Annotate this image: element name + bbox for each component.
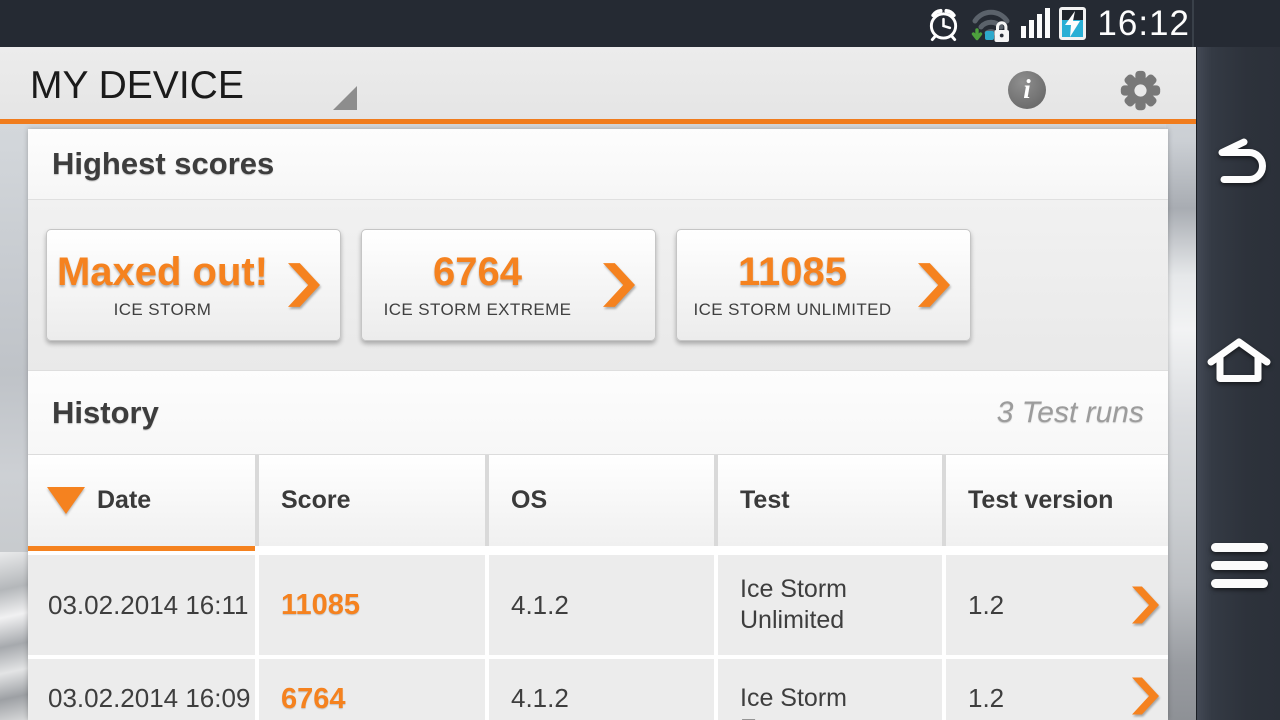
cell-os: 4.1.2 bbox=[489, 555, 714, 655]
signal-strength-icon bbox=[1021, 7, 1051, 41]
card-score: 6764 bbox=[433, 250, 522, 294]
chevron-right-icon[interactable] bbox=[1132, 584, 1159, 626]
dropdown-triangle-icon[interactable] bbox=[333, 86, 357, 110]
score-cards-band: Maxed out! ICE STORM 6764 ICE STORM EXTR… bbox=[28, 200, 1168, 371]
wifi-secured-icon bbox=[972, 9, 1010, 42]
card-test-name: ICE STORM EXTREME bbox=[383, 300, 572, 319]
card-score: 11085 bbox=[737, 250, 848, 294]
info-button[interactable]: i bbox=[1008, 71, 1046, 109]
card-test-name: ICE STORM UNLIMITED bbox=[693, 300, 892, 319]
highest-scores-title: Highest scores bbox=[52, 146, 275, 181]
column-header-os[interactable]: OS bbox=[489, 455, 714, 546]
card-test-name: ICE STORM bbox=[113, 300, 212, 319]
scroll-content: Highest scores Maxed out! ICE STORM 6764… bbox=[28, 129, 1168, 720]
chevron-right-icon[interactable] bbox=[1132, 675, 1159, 717]
cell-test: Ice Storm Extreme bbox=[718, 659, 942, 720]
score-card-ice-storm[interactable]: Maxed out! ICE STORM bbox=[46, 229, 341, 341]
cell-test-version: 1.2 bbox=[946, 659, 1168, 720]
column-header-score[interactable]: Score bbox=[259, 455, 485, 546]
highest-scores-section: Highest scores bbox=[28, 129, 1168, 200]
sort-desc-icon bbox=[47, 487, 85, 514]
column-header-date[interactable]: Date bbox=[28, 455, 255, 546]
cell-test-version: 1.2 bbox=[946, 555, 1168, 655]
table-row[interactable]: 03.02.2014 16:09 6764 4.1.2 Ice Storm Ex… bbox=[28, 659, 1168, 720]
card-score: Maxed out! bbox=[56, 250, 269, 294]
cell-os: 4.1.2 bbox=[489, 659, 714, 720]
cell-score: 6764 bbox=[259, 659, 485, 720]
alarm-clock-icon bbox=[930, 8, 958, 41]
cell-test: Ice Storm Unlimited bbox=[718, 555, 942, 655]
clock-time: 16:12 bbox=[1097, 3, 1190, 43]
cell-date: 03.02.2014 16:11 bbox=[28, 555, 255, 655]
sorted-column-indicator bbox=[28, 546, 1168, 555]
test-runs-count: 3 Test runs bbox=[996, 395, 1144, 429]
chevron-right-icon bbox=[603, 263, 635, 307]
column-header-test[interactable]: Test bbox=[718, 455, 942, 546]
status-bar: 16:12 bbox=[0, 0, 1280, 47]
cell-date: 03.02.2014 16:09 bbox=[28, 659, 255, 720]
benchmark-app: MY DEVICE i Highest scores Maxed out! IC… bbox=[0, 47, 1196, 720]
android-nav-bar bbox=[1196, 47, 1280, 720]
score-card-ice-storm-extreme[interactable]: 6764 ICE STORM EXTREME bbox=[361, 229, 656, 341]
cell-score: 11085 bbox=[259, 555, 485, 655]
column-header-test-version[interactable]: Test version bbox=[946, 455, 1168, 546]
history-section-header: History 3 Test runs bbox=[28, 371, 1168, 455]
device-selector[interactable]: MY DEVICE bbox=[30, 47, 244, 124]
battery-charging-icon bbox=[1059, 7, 1087, 40]
score-card-ice-storm-unlimited[interactable]: 11085 ICE STORM UNLIMITED bbox=[676, 229, 971, 341]
chevron-right-icon bbox=[288, 263, 320, 307]
table-row[interactable]: 03.02.2014 16:11 11085 4.1.2 Ice Storm U… bbox=[28, 555, 1168, 655]
history-title: History bbox=[52, 394, 159, 430]
back-icon bbox=[1218, 138, 1266, 183]
back-button[interactable] bbox=[1197, 136, 1280, 186]
history-table-body: 03.02.2014 16:11 11085 4.1.2 Ice Storm U… bbox=[28, 555, 1168, 720]
history-table-header: Date Score OS Test Test version bbox=[28, 455, 1168, 546]
menu-button[interactable] bbox=[1197, 543, 1280, 597]
home-icon bbox=[1207, 338, 1271, 382]
settings-gear-button[interactable] bbox=[1118, 68, 1163, 113]
statusbar-divider bbox=[1192, 0, 1194, 47]
chevron-right-icon bbox=[918, 263, 950, 307]
home-button[interactable] bbox=[1197, 336, 1280, 386]
menu-icon bbox=[1210, 543, 1268, 597]
app-header: MY DEVICE i bbox=[0, 47, 1196, 124]
